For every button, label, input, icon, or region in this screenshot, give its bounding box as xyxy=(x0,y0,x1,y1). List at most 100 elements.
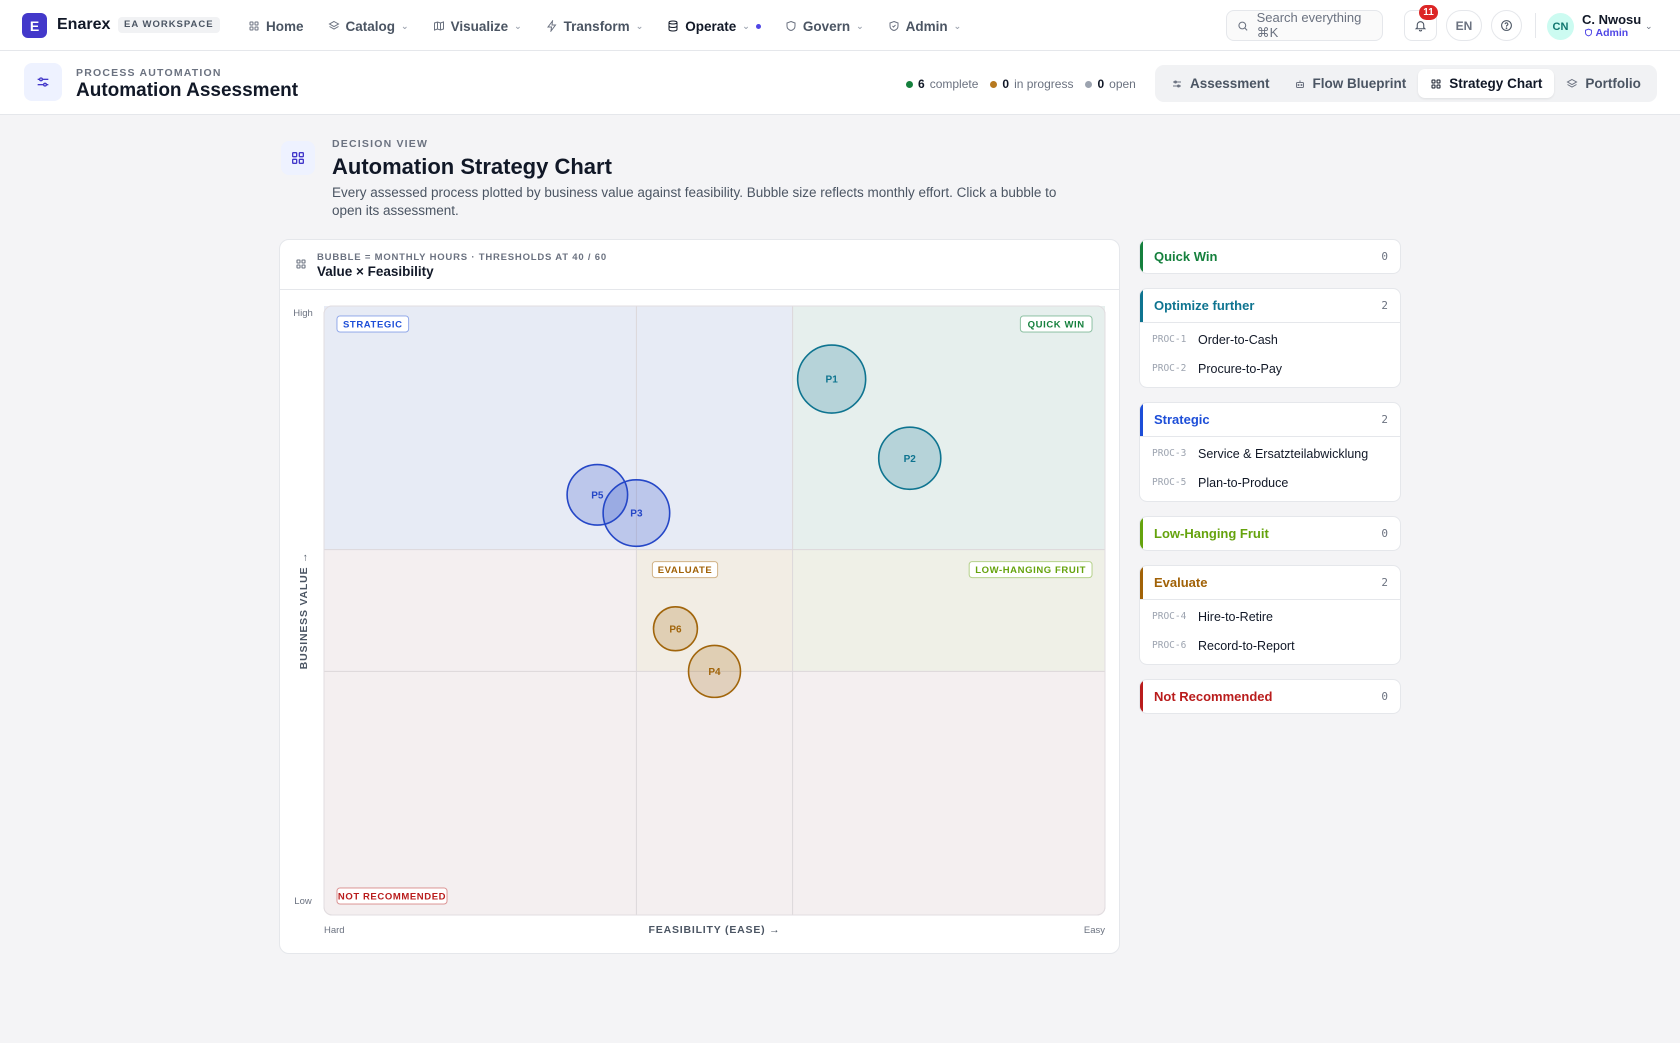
strategy-chart: STRATEGIC QUICK WIN EVALUATE LOW-HANGING FR… xyxy=(293,305,1106,936)
process-name: Procure-to-Pay xyxy=(1198,361,1283,376)
main-nav: Home Catalog ⌄ Visualize ⌄ Transform ⌄ Operate ⌄… xyxy=(248,15,985,37)
process-list-item[interactable]: PROC-6 Record-to-Report xyxy=(1140,631,1400,660)
search-placeholder: Search everything ⌘K xyxy=(1256,10,1362,40)
bubble-p6[interactable] xyxy=(652,606,699,652)
group-not-recommended: Not Recommended 0 xyxy=(1139,679,1401,714)
help-icon xyxy=(1501,20,1512,31)
nav-item-home[interactable]: Home xyxy=(248,15,304,37)
process-name: Record-to-Report xyxy=(1198,638,1295,653)
layers-icon xyxy=(1566,78,1578,88)
status-label: complete xyxy=(929,77,979,91)
group-header[interactable]: Evaluate 2 xyxy=(1140,566,1400,599)
sliders-icon xyxy=(24,63,62,101)
chevron-down-icon: ⌄ xyxy=(514,20,522,31)
bubble-p5[interactable] xyxy=(566,463,629,526)
nav-item-label: Govern xyxy=(802,18,851,34)
user-avatar[interactable]: CN xyxy=(1547,13,1574,40)
bubble-p4[interactable] xyxy=(687,644,742,699)
process-id: PROC-5 xyxy=(1152,477,1187,488)
status-in-progress: 0 in progress xyxy=(990,77,1073,91)
strategic-zone xyxy=(324,306,793,550)
group-header[interactable]: Quick Win 0 xyxy=(1140,240,1400,273)
tab-portfolio[interactable]: Portfolio xyxy=(1554,69,1653,98)
process-id: PROC-3 xyxy=(1152,448,1187,459)
strategy-chart-card: BUBBLE = MONTHLY HOURS · THRESHOLDS AT 4… xyxy=(279,239,1120,954)
user-name[interactable]: C. Nwosu xyxy=(1582,12,1641,27)
category-groups: Quick Win 0 Optimize further 2 PROC-1 Or… xyxy=(1139,239,1401,728)
process-name: Plan-to-Produce xyxy=(1198,475,1289,490)
status-count: 0 xyxy=(1002,77,1010,91)
shield-icon xyxy=(786,20,796,32)
nav-item-catalog[interactable]: Catalog ⌄ xyxy=(327,15,409,37)
quick-win-zone xyxy=(792,306,1105,550)
nav-item-visualize[interactable]: Visualize ⌄ xyxy=(433,15,522,37)
status-count: 6 xyxy=(918,77,925,91)
search-icon xyxy=(1238,21,1248,31)
group-color-bar xyxy=(1140,240,1143,273)
process-name: Hire-to-Retire xyxy=(1198,609,1274,624)
group-color-bar xyxy=(1140,517,1143,550)
grid-icon xyxy=(249,21,259,31)
nav-item-govern[interactable]: Govern ⌄ xyxy=(785,15,864,37)
y-tick-low: Low xyxy=(294,896,312,907)
bubble-p2[interactable] xyxy=(877,426,942,491)
page-title: Automation Strategy Chart xyxy=(332,154,612,179)
x-tick-hard: Hard xyxy=(324,925,345,936)
group-header[interactable]: Low-Hanging Fruit 0 xyxy=(1140,517,1400,550)
layers-icon xyxy=(327,20,340,30)
group-low-hanging-fruit: Low-Hanging Fruit 0 xyxy=(1139,516,1401,551)
view-tabs: Assessment Flow Blueprint Strategy Chart Po… xyxy=(1155,65,1657,102)
status-dot xyxy=(1085,80,1093,88)
tab-label: Strategy Chart xyxy=(1449,76,1543,91)
process-list-item[interactable]: PROC-5 Plan-to-Produce xyxy=(1140,468,1400,497)
nav-item-label: Transform xyxy=(563,18,630,34)
quadrant-label-low-hanging-fruit: LOW-HANGING FRUIT xyxy=(975,565,1086,576)
global-search[interactable]: Search everything ⌘K xyxy=(1226,10,1383,41)
tab-assessment[interactable]: Assessment xyxy=(1159,69,1282,98)
help-button[interactable] xyxy=(1491,10,1522,41)
group-items: PROC-3 Service & Ersatzteilabwicklung PR… xyxy=(1140,436,1400,501)
page-kicker: DECISION VIEW xyxy=(332,138,429,150)
y-axis-label: BUSINESS VALUE → xyxy=(298,552,310,670)
group-header[interactable]: Strategic 2 xyxy=(1140,403,1400,436)
chevron-down-icon: ⌄ xyxy=(635,20,644,31)
process-list-item[interactable]: PROC-1 Order-to-Cash xyxy=(1140,325,1400,354)
nav-item-transform[interactable]: Transform ⌄ xyxy=(546,15,644,37)
tab-strategy-chart[interactable]: Strategy Chart xyxy=(1418,69,1555,98)
user-role-label: Admin xyxy=(1595,27,1629,39)
group-count: 2 xyxy=(1381,576,1388,589)
chart-card-header: BUBBLE = MONTHLY HOURS · THRESHOLDS AT 4… xyxy=(280,240,1119,290)
status-complete: 6 complete xyxy=(906,77,978,91)
workspace-badge: EA WORKSPACE xyxy=(118,17,220,33)
bubble-p1[interactable] xyxy=(796,344,867,414)
group-count: 0 xyxy=(1381,250,1388,263)
user-menu-chevron-down-icon[interactable]: ⌄ xyxy=(1645,21,1653,32)
brand-name[interactable]: Enarex xyxy=(57,16,110,34)
chart-card-kicker: BUBBLE = MONTHLY HOURS · THRESHOLDS AT 4… xyxy=(317,252,607,263)
x-tick-easy: Easy xyxy=(1084,925,1105,936)
page-description: Every assessed process plotted by busine… xyxy=(332,185,1057,218)
robot-icon xyxy=(1295,80,1304,88)
language-button[interactable]: EN xyxy=(1446,10,1482,41)
quadrant-label-evaluate: EVALUATE xyxy=(658,565,713,576)
group-header[interactable]: Optimize further 2 xyxy=(1140,289,1400,322)
status-label: open xyxy=(1109,77,1136,91)
group-items: PROC-1 Order-to-Cash PROC-2 Procure-to-P… xyxy=(1140,322,1400,387)
chevron-down-icon: ⌄ xyxy=(953,20,962,31)
group-count: 0 xyxy=(1381,527,1388,540)
notifications-count-badge: 11 xyxy=(1419,5,1438,20)
shield-check-icon xyxy=(889,20,899,32)
process-list-item[interactable]: PROC-2 Procure-to-Pay xyxy=(1140,354,1400,383)
group-header[interactable]: Not Recommended 0 xyxy=(1140,680,1400,713)
process-list-item[interactable]: PROC-3 Service & Ersatzteilabwicklung xyxy=(1140,439,1400,468)
group-count: 2 xyxy=(1381,413,1388,426)
grid-icon xyxy=(1431,79,1441,88)
app-logo[interactable]: E xyxy=(22,13,47,38)
group-count: 2 xyxy=(1381,299,1388,312)
process-list-item[interactable]: PROC-4 Hire-to-Retire xyxy=(1140,602,1400,631)
nav-item-admin[interactable]: Admin ⌄ xyxy=(888,15,962,37)
group-title: Not Recommended xyxy=(1154,689,1273,704)
tab-flow-blueprint[interactable]: Flow Blueprint xyxy=(1282,69,1419,98)
chevron-down-icon: ⌄ xyxy=(856,20,864,31)
nav-item-operate[interactable]: Operate ⌄ xyxy=(667,15,761,37)
